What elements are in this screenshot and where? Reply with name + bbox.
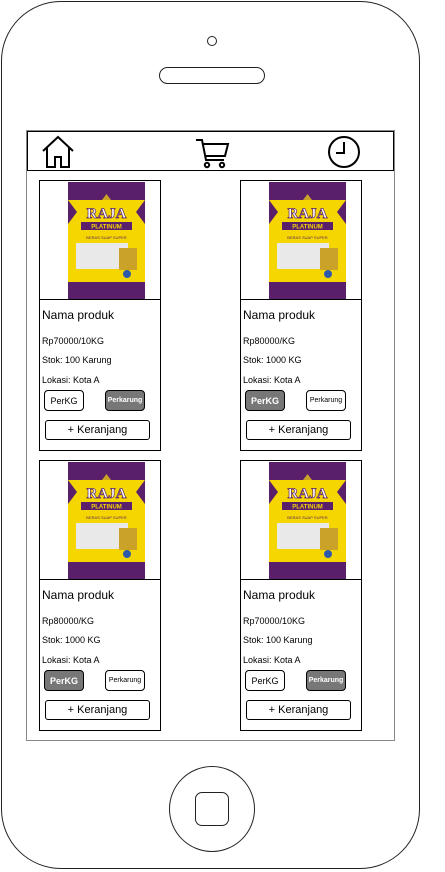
product-image-frame: RAJA PLATINUM BERAS SUAP SUPER: [240, 460, 362, 580]
bag-sub-text: PLATINUM: [292, 505, 323, 511]
product-info: Nama produk Rp80000/KG Stok: 1000 KG Lok…: [240, 299, 362, 451]
rice-bag-image: RAJA PLATINUM BERAS SUAP SUPER: [269, 182, 346, 300]
product-name: Nama produk: [243, 588, 316, 602]
product-stock: Stok: 1000 KG: [243, 355, 302, 365]
product-info: Nama produk Rp70000/10KG Stok: 100 Karun…: [39, 299, 161, 451]
option-perkg-button[interactable]: PerKG: [245, 670, 285, 691]
option-perkarung-button[interactable]: Perkarung: [105, 390, 145, 411]
product-name: Nama produk: [243, 308, 316, 322]
add-to-cart-button[interactable]: + Keranjang: [45, 700, 150, 720]
product-stock: Stok: 1000 KG: [42, 635, 101, 645]
product-price: Rp80000/KG: [42, 616, 95, 626]
app-screen: RAJA PLATINUM BERAS SUAP SUPER Nama prod…: [26, 130, 395, 741]
product-image-frame: RAJA PLATINUM BERAS SUAP SUPER: [39, 180, 161, 300]
product-card[interactable]: RAJA PLATINUM BERAS SUAP SUPER Nama prod…: [39, 180, 161, 451]
product-card[interactable]: RAJA PLATINUM BERAS SUAP SUPER Nama prod…: [240, 460, 362, 731]
option-perkarung-button[interactable]: Perkarung: [105, 670, 145, 691]
product-info: Nama produk Rp80000/KG Stok: 1000 KG Lok…: [39, 579, 161, 731]
product-location: Lokasi: Kota A: [243, 375, 301, 385]
camera-dot: [207, 36, 217, 46]
option-perkg-button[interactable]: PerKG: [44, 390, 84, 411]
product-price: Rp70000/10KG: [243, 616, 306, 626]
clock-icon[interactable]: [326, 134, 362, 170]
rice-bag-image: RAJA PLATINUM BERAS SUAP SUPER: [269, 462, 346, 580]
product-stock: Stok: 100 Karung: [42, 355, 112, 365]
speaker-slot: [159, 67, 265, 84]
product-location: Lokasi: Kota A: [42, 655, 100, 665]
bag-brand-text: RAJA: [87, 486, 127, 502]
option-perkg-button[interactable]: PerKG: [44, 670, 84, 691]
bag-tagline-text: BERAS SUAP SUPER: [287, 235, 327, 240]
add-to-cart-button[interactable]: + Keranjang: [45, 420, 150, 440]
cart-icon[interactable]: [194, 134, 230, 170]
product-card[interactable]: RAJA PLATINUM BERAS SUAP SUPER Nama prod…: [240, 180, 362, 451]
product-price: Rp80000/KG: [243, 336, 296, 346]
bag-tagline-text: BERAS SUAP SUPER: [86, 235, 126, 240]
product-name: Nama produk: [42, 588, 115, 602]
product-card[interactable]: RAJA PLATINUM BERAS SUAP SUPER Nama prod…: [39, 460, 161, 731]
bag-brand-text: RAJA: [87, 206, 127, 222]
option-perkg-button[interactable]: PerKG: [245, 390, 285, 411]
bag-brand-text: RAJA: [288, 486, 328, 502]
product-location: Lokasi: Kota A: [42, 375, 100, 385]
add-to-cart-button[interactable]: + Keranjang: [246, 700, 351, 720]
product-image-frame: RAJA PLATINUM BERAS SUAP SUPER: [39, 460, 161, 580]
rice-bag-image: RAJA PLATINUM BERAS SUAP SUPER: [68, 182, 145, 300]
top-nav-bar: [27, 131, 394, 171]
bag-tagline-text: BERAS SUAP SUPER: [287, 515, 327, 520]
option-perkarung-button[interactable]: Perkarung: [306, 670, 346, 691]
option-perkarung-button[interactable]: Perkarung: [306, 390, 346, 411]
bag-sub-text: PLATINUM: [91, 505, 122, 511]
bag-sub-text: PLATINUM: [91, 225, 122, 231]
product-price: Rp70000/10KG: [42, 336, 105, 346]
bag-brand-text: RAJA: [288, 206, 328, 222]
product-name: Nama produk: [42, 308, 115, 322]
rice-bag-image: RAJA PLATINUM BERAS SUAP SUPER: [68, 462, 145, 580]
bag-sub-text: PLATINUM: [292, 225, 323, 231]
product-image-frame: RAJA PLATINUM BERAS SUAP SUPER: [240, 180, 362, 300]
home-icon[interactable]: [40, 134, 76, 170]
hardware-home-button[interactable]: [169, 766, 255, 852]
product-info: Nama produk Rp70000/10KG Stok: 100 Karun…: [240, 579, 362, 731]
product-location: Lokasi: Kota A: [243, 655, 301, 665]
product-stock: Stok: 100 Karung: [243, 635, 313, 645]
add-to-cart-button[interactable]: + Keranjang: [246, 420, 351, 440]
bag-tagline-text: BERAS SUAP SUPER: [86, 515, 126, 520]
home-button-square: [195, 792, 229, 826]
